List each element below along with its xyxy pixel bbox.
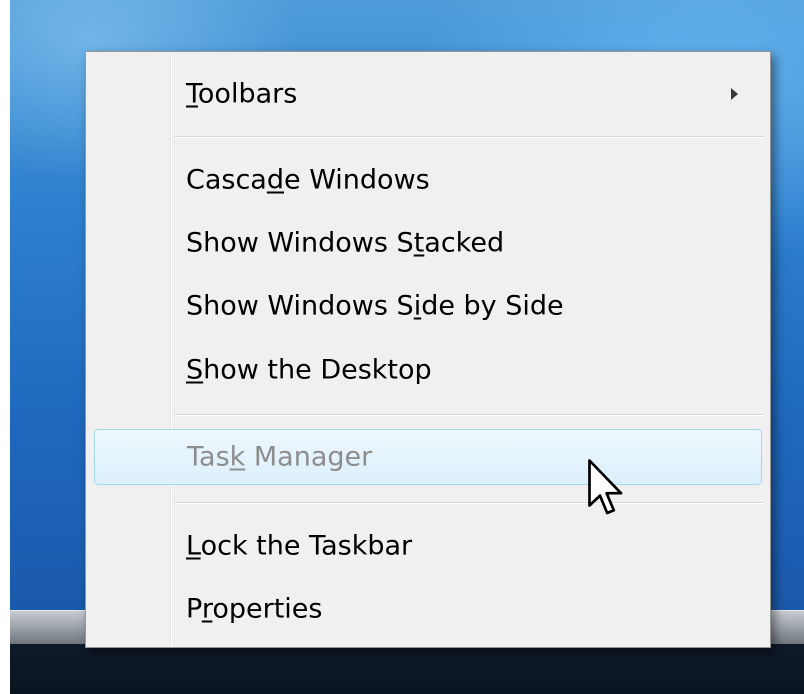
taskbar[interactable] [10, 644, 804, 694]
menu-separator [174, 136, 764, 138]
screen: Toolbars Cascade Windows Show Windows St… [0, 0, 804, 694]
menu-item-toolbars[interactable]: Toolbars [88, 66, 768, 122]
access-key: k [229, 441, 246, 473]
menu-item-label: Task Manager [187, 441, 373, 473]
menu-item-label: Show Windows Side by Side [186, 290, 564, 322]
menu-item-label: Show the Desktop [186, 354, 432, 386]
menu-item-label: Lock the Taskbar [186, 530, 413, 562]
taskbar-context-menu: Toolbars Cascade Windows Show Windows St… [85, 51, 771, 648]
menu-item-show-windows-stacked[interactable]: Show Windows Stacked [88, 215, 768, 271]
access-key: d [266, 164, 284, 196]
menu-item-show-windows-side-by-side[interactable]: Show Windows Side by Side [88, 278, 768, 334]
access-key: T [186, 78, 198, 110]
menu-item-label: Show Windows Stacked [186, 227, 505, 259]
menu-item-properties[interactable]: Properties [88, 581, 768, 637]
menu-item-label: Properties [186, 593, 323, 625]
menu-item-lock-the-taskbar[interactable]: Lock the Taskbar [88, 518, 768, 574]
access-key: t [413, 227, 425, 259]
menu-separator [174, 414, 764, 416]
access-key: S [186, 354, 204, 386]
access-key: r [201, 593, 213, 625]
access-key: L [186, 530, 201, 562]
menu-item-show-the-desktop[interactable]: Show the Desktop [88, 342, 768, 398]
mouse-pointer-icon [588, 459, 623, 515]
submenu-arrow-icon [731, 88, 738, 100]
menu-item-cascade-windows[interactable]: Cascade Windows [88, 152, 768, 208]
menu-separator [174, 502, 764, 504]
menu-item-label: Toolbars [186, 78, 298, 110]
menu-item-label: Cascade Windows [186, 164, 430, 196]
menu-item-task-manager[interactable]: Task Manager [94, 429, 762, 485]
